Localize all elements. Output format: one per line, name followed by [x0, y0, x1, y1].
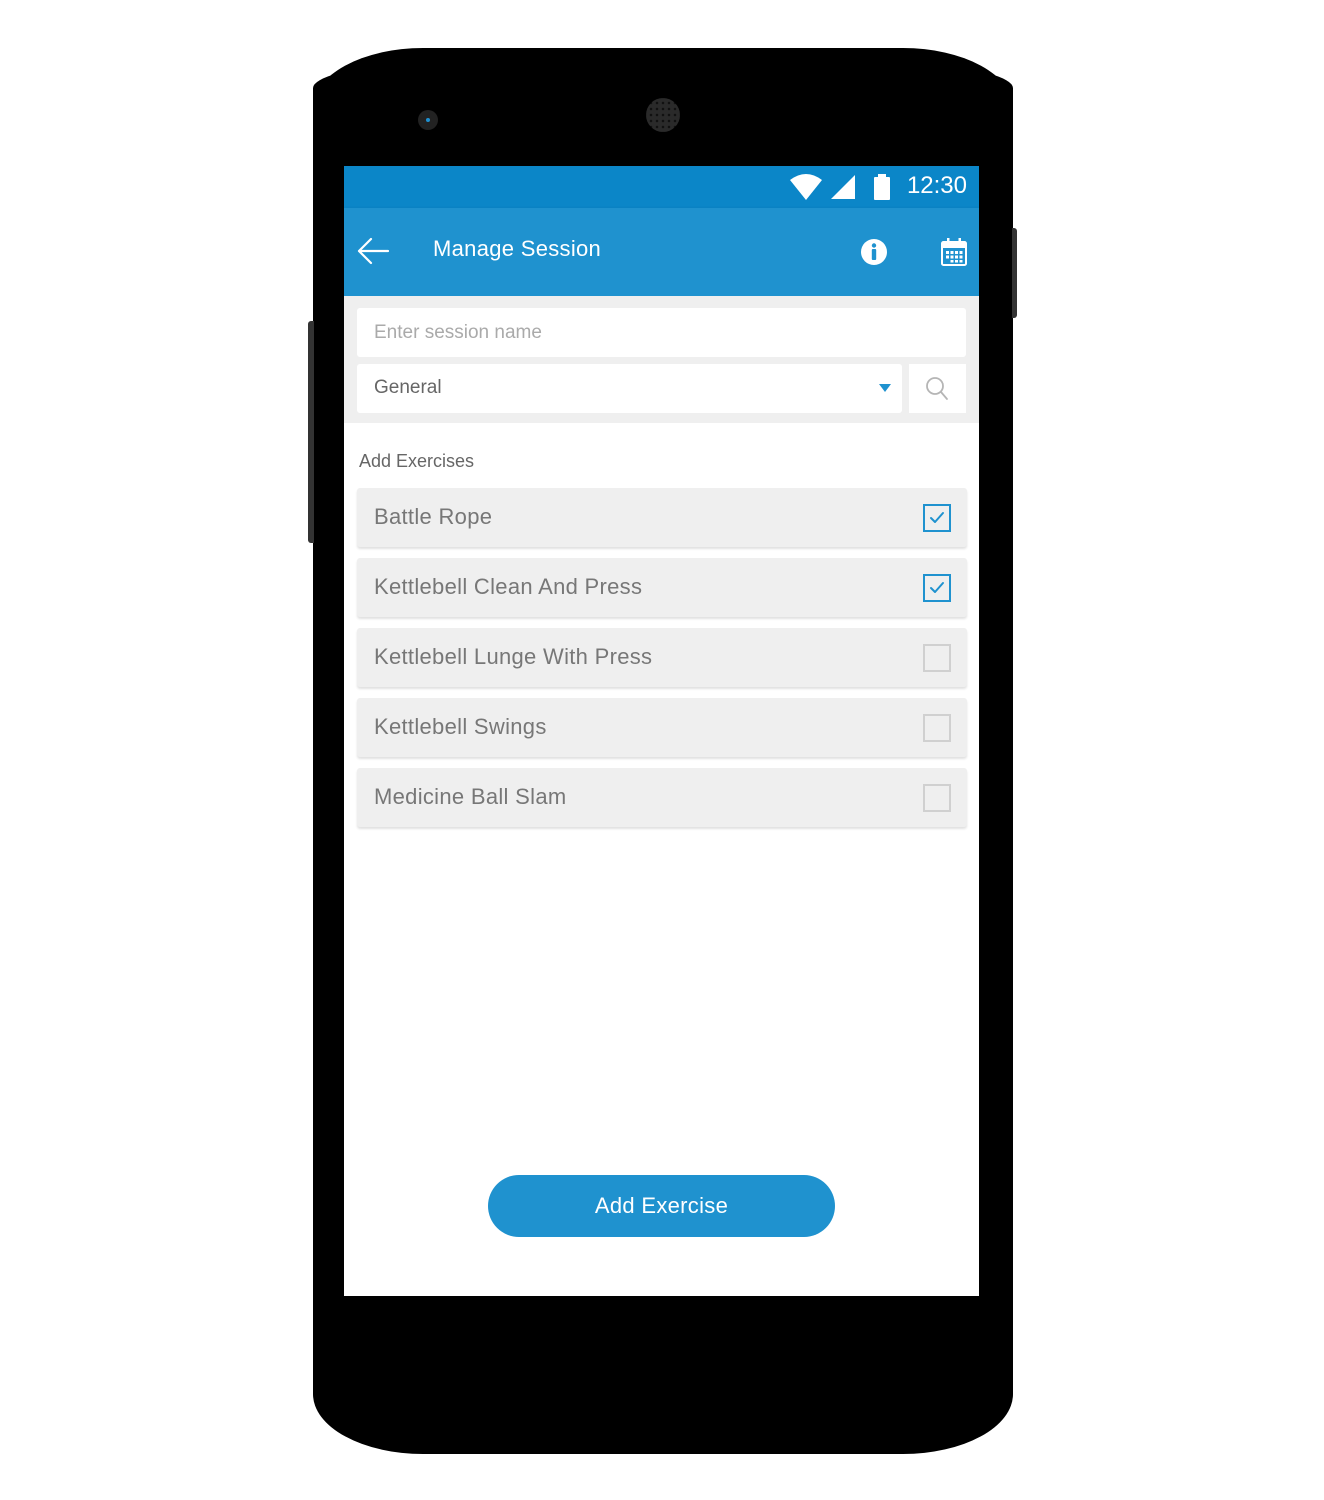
session-name-input[interactable]	[357, 308, 966, 357]
checkmark-icon	[930, 512, 944, 523]
exercise-item[interactable]: Kettlebell Swings	[357, 698, 967, 757]
chevron-down-icon	[879, 384, 891, 392]
category-dropdown[interactable]: General	[357, 364, 902, 413]
info-button[interactable]	[860, 238, 888, 266]
exercise-checkbox[interactable]	[923, 504, 951, 532]
page-title: Manage Session	[433, 236, 602, 261]
battery-icon	[874, 174, 890, 200]
search-button[interactable]	[909, 364, 966, 413]
phone-power-button	[1012, 228, 1017, 318]
status-time: 12:30	[906, 172, 967, 199]
earpiece-speaker	[646, 98, 680, 132]
search-icon	[926, 377, 948, 400]
front-camera	[418, 110, 438, 130]
status-bar: 12:30	[344, 166, 979, 208]
exercise-checkbox[interactable]	[923, 644, 951, 672]
exercise-checkbox[interactable]	[923, 714, 951, 742]
wifi-icon	[790, 174, 822, 200]
calendar-button[interactable]	[941, 238, 967, 266]
category-selected-value: General	[374, 377, 442, 398]
add-exercise-button[interactable]: Add Exercise	[488, 1175, 835, 1237]
exercise-item[interactable]: Kettlebell Clean And Press	[357, 558, 967, 617]
status-icons	[789, 174, 891, 200]
phone-volume-button	[308, 321, 314, 543]
exercise-item[interactable]: Battle Rope	[357, 488, 967, 547]
exercise-checkbox[interactable]	[923, 574, 951, 602]
cell-signal-icon	[831, 175, 855, 199]
session-form: General	[344, 296, 979, 423]
exercise-name: Kettlebell Clean And Press	[374, 574, 643, 599]
app-screen: 12:30 Manage Session Enter session name …	[344, 166, 979, 1296]
checkmark-icon	[930, 582, 944, 593]
exercise-list: Battle Rope Kettlebell Clean And Press K…	[357, 488, 967, 838]
exercise-name: Kettlebell Lunge With Press	[374, 644, 653, 669]
add-exercises-heading: Add Exercises	[359, 451, 475, 471]
exercise-item[interactable]: Medicine Ball Slam	[357, 768, 967, 827]
exercise-name: Kettlebell Swings	[374, 714, 547, 739]
back-button[interactable]	[356, 236, 390, 266]
exercise-name: Battle Rope	[374, 504, 493, 529]
info-icon	[861, 239, 887, 265]
app-bar: Manage Session	[344, 208, 979, 296]
arrow-left-icon	[357, 237, 390, 265]
exercise-name: Medicine Ball Slam	[374, 784, 567, 809]
calendar-icon	[941, 238, 967, 266]
exercise-checkbox[interactable]	[923, 784, 951, 812]
exercise-item[interactable]: Kettlebell Lunge With Press	[357, 628, 967, 687]
